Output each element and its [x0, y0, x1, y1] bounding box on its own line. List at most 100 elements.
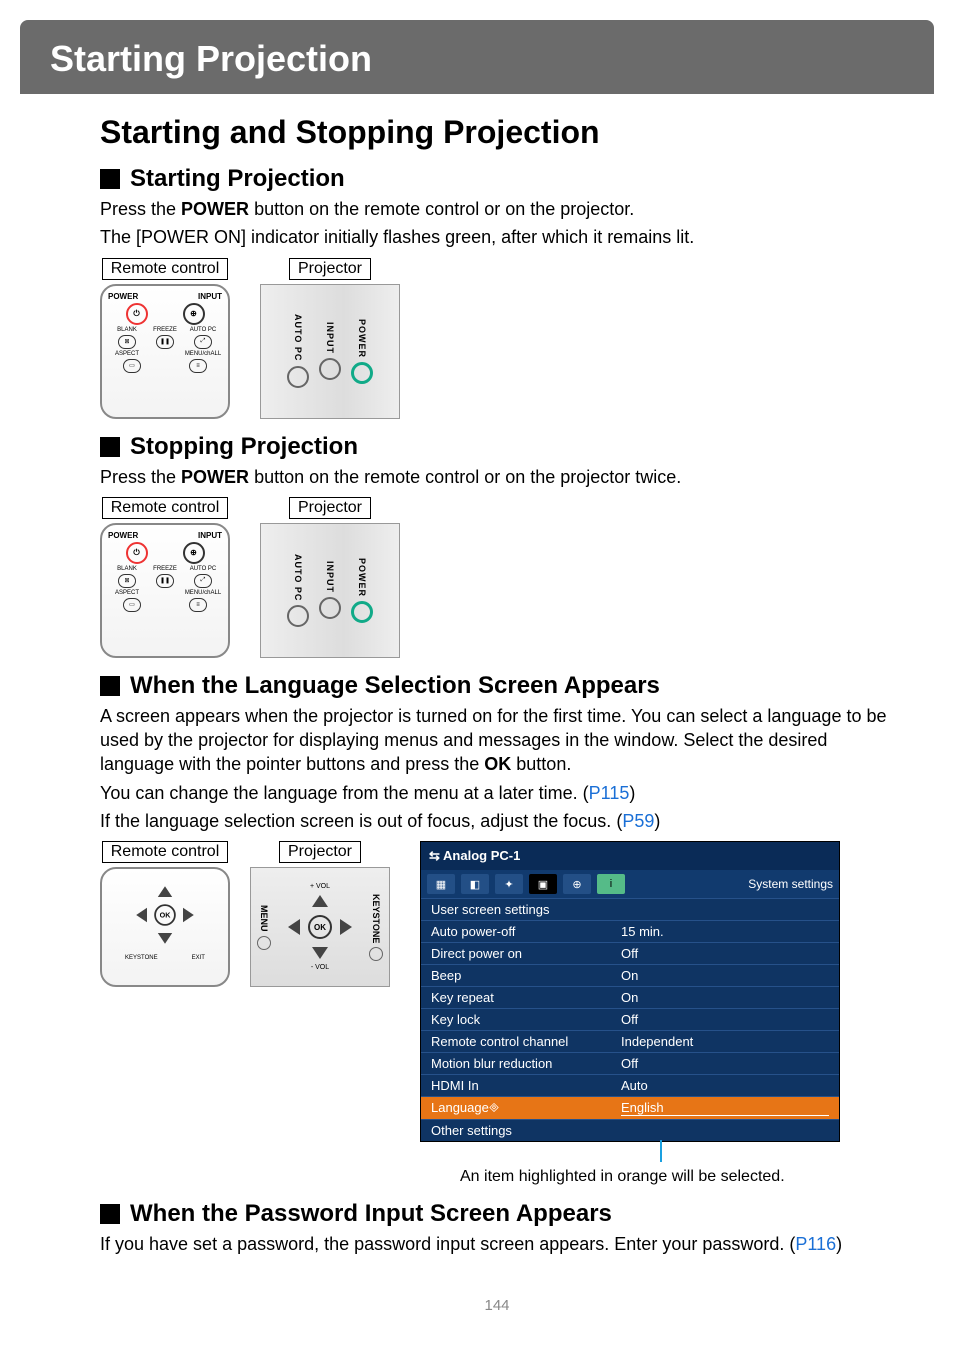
- proj-dpad-left-icon: [288, 919, 300, 935]
- menu-right-label: System settings: [748, 877, 833, 891]
- dpad-up-icon: [158, 887, 172, 898]
- starting-p1-a: Press the: [100, 199, 181, 219]
- proj-autopc-label: AUTO PC: [293, 314, 303, 361]
- menu-tabs: ▦ ◧ ✦ ▣ ⊕ i System settings: [421, 870, 839, 898]
- proj-input-button-icon-2: [319, 597, 341, 619]
- menu-row: Auto power-off15 min.: [421, 920, 839, 942]
- menu-title-icon: ⇆: [429, 848, 440, 863]
- dpad-down-icon: [158, 933, 172, 944]
- square-bullet-icon: [100, 1204, 120, 1224]
- lang-p3-a: If the language selection screen is out …: [100, 811, 622, 831]
- rc-input-label-2: INPUT: [198, 531, 222, 540]
- dpad-left-icon: [136, 908, 147, 922]
- menu-caption: An item highlighted in orange will be se…: [420, 1168, 894, 1186]
- proj-dpad-up-icon: [312, 895, 328, 907]
- menu-row-k: Key repeat: [431, 990, 621, 1005]
- projector-block-3: Projector MENU + VOL: [250, 841, 390, 987]
- menu-tab-2-icon: ◧: [461, 874, 489, 894]
- remote-label: Remote control: [102, 258, 229, 280]
- page-number: 144: [100, 1297, 894, 1314]
- stopping-p1-bold: POWER: [181, 467, 249, 487]
- pwd-p1-link[interactable]: P116: [795, 1234, 836, 1254]
- rc-aspect-button-icon: ▭: [123, 359, 141, 373]
- sub-heading-stopping: Stopping Projection: [100, 433, 894, 461]
- dpad-right-icon: [183, 908, 194, 922]
- projector-illustration: AUTO PC INPUT POWER: [260, 284, 400, 419]
- proj-autopc-button-icon-2: [287, 605, 309, 627]
- rc-aspect-button-icon-2: ▭: [123, 598, 141, 612]
- menu-tab-info-icon: i: [597, 874, 625, 894]
- lang-p1: A screen appears when the projector is t…: [100, 704, 894, 777]
- menu-hl-v: English: [621, 1100, 829, 1116]
- menu-row: Direct power onOff: [421, 942, 839, 964]
- menu-tab-3-icon: ✦: [495, 874, 523, 894]
- starting-p1-bold: POWER: [181, 199, 249, 219]
- rc-autopc-button-icon: ⤢: [194, 335, 212, 349]
- square-bullet-icon: [100, 676, 120, 696]
- system-settings-menu: ⇆ Analog PC-1 ▦ ◧ ✦ ▣ ⊕ i System setting…: [420, 841, 840, 1142]
- lang-p1-b: button.: [511, 754, 571, 774]
- pwd-p1-b: ): [836, 1234, 842, 1254]
- menu-hl-k: Language🞜: [431, 1100, 621, 1116]
- proj-input-button-icon: [319, 358, 341, 380]
- menu-title-text: Analog PC-1: [443, 848, 520, 863]
- sub-heading-starting: Starting Projection: [100, 165, 894, 193]
- menu-row: Other settings: [421, 1119, 839, 1141]
- section-starting: Starting Projection Press the POWER butt…: [100, 165, 894, 419]
- lang-p3: If the language selection screen is out …: [100, 809, 894, 833]
- menu-row-k: Key lock: [431, 1012, 621, 1027]
- remote-label-3: Remote control: [102, 841, 229, 863]
- stopping-p1-a: Press the: [100, 467, 181, 487]
- menu-row-v: Independent: [621, 1034, 829, 1049]
- menu-row-v: On: [621, 968, 829, 983]
- menu-body: User screen settings Auto power-off15 mi…: [421, 898, 839, 1141]
- menu-screenshot-block: ⇆ Analog PC-1 ▦ ◧ ✦ ▣ ⊕ i System setting…: [420, 841, 894, 1186]
- remote-control-illustration: POWER INPUT ⏻ ⊕ BLANK FREEZE AUTO PC: [100, 284, 230, 419]
- rc-power-label-2: POWER: [108, 531, 138, 540]
- menu-row-v: Auto: [621, 1078, 829, 1093]
- menu-row-v: On: [621, 990, 829, 1005]
- menu-row: Key lockOff: [421, 1008, 839, 1030]
- pwd-p1-a: If you have set a password, the password…: [100, 1234, 795, 1254]
- lang-p2-link[interactable]: P115: [589, 783, 630, 803]
- sub-heading-password: When the Password Input Screen Appears: [100, 1200, 894, 1228]
- projector-illustration-2: AUTO PC INPUT POWER: [260, 523, 400, 658]
- sub-heading-stopping-text: Stopping Projection: [130, 433, 358, 461]
- stopping-devices-row: Remote control POWER INPUT ⏻ ⊕ BLANK FRE: [100, 497, 894, 658]
- lang-p1-bold: OK: [484, 754, 511, 774]
- language-devices-row: Remote control OK KEYSTONE: [100, 841, 894, 1186]
- proj-keystone-label: KEYSTONE: [371, 894, 381, 943]
- menu-row-k: User screen settings: [431, 902, 621, 917]
- proj-input-label-2: INPUT: [325, 561, 335, 593]
- lang-p3-link[interactable]: P59: [622, 811, 654, 831]
- menu-row-v: [621, 902, 829, 917]
- sub-heading-language-text: When the Language Selection Screen Appea…: [130, 672, 660, 700]
- starting-p1-b: button on the remote control or on the p…: [249, 199, 634, 219]
- main-heading: Starting and Stopping Projection: [100, 114, 894, 151]
- title-bar: Starting Projection: [20, 20, 934, 94]
- menu-row-k: Auto power-off: [431, 924, 621, 939]
- proj-dpad-ok-button-icon: OK: [308, 915, 332, 939]
- proj-dpad-right-icon: [340, 919, 352, 935]
- menu-row: User screen settings: [421, 898, 839, 920]
- projector-nav-illustration: MENU + VOL OK: [250, 867, 390, 987]
- projector-block: Projector AUTO PC INPUT POWER: [260, 258, 400, 419]
- proj-autopc-button-icon: [287, 366, 309, 388]
- menu-pointer-line-icon: [660, 1140, 662, 1162]
- rc-blank-button-icon: ⊠: [118, 335, 136, 349]
- proj-power-button-icon: [351, 362, 373, 384]
- proj-dpad-down-icon: [312, 947, 328, 959]
- menu-title: ⇆ Analog PC-1: [421, 842, 839, 870]
- starting-p2: The [POWER ON] indicator initially flash…: [100, 225, 894, 249]
- proj-input-label: INPUT: [325, 322, 335, 354]
- sub-heading-language: When the Language Selection Screen Appea…: [100, 672, 894, 700]
- rc-exit-label: EXIT: [192, 955, 205, 961]
- rc-power-button-icon-2: ⏻: [126, 542, 148, 564]
- menu-row-v: Off: [621, 1056, 829, 1071]
- menu-row-k: Remote control channel: [431, 1034, 621, 1049]
- menu-row: BeepOn: [421, 964, 839, 986]
- proj-autopc-label-2: AUTO PC: [293, 554, 303, 601]
- rc-blank-button-icon-2: ⊠: [118, 574, 136, 588]
- rc-keystone-label: KEYSTONE: [125, 955, 158, 961]
- projector-block-2: Projector AUTO PC INPUT POWER: [260, 497, 400, 658]
